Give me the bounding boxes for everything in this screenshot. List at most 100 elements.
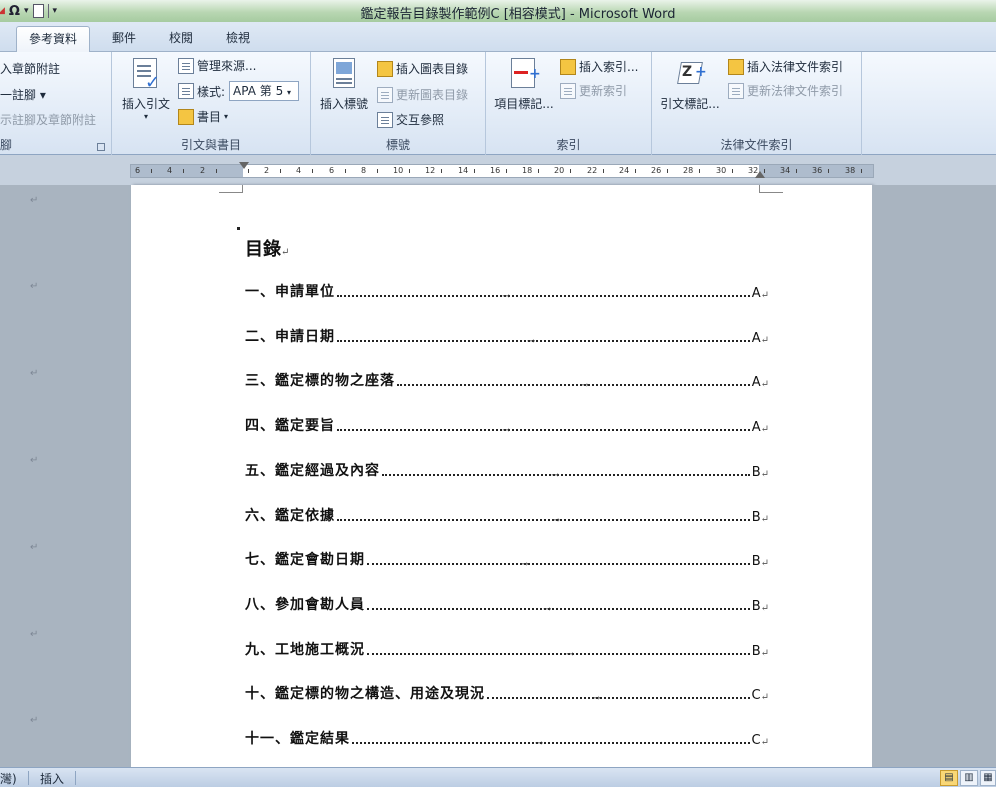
tab-arrow-mark: → xyxy=(526,335,536,347)
cross-reference-button[interactable]: 交互參照 xyxy=(377,111,444,128)
print-layout-view-icon[interactable]: ▤ xyxy=(940,770,958,786)
ruler-number: 4 xyxy=(167,166,173,175)
tab-view[interactable]: 檢視 xyxy=(214,26,262,52)
horizontal-ruler[interactable]: 6 4 2 2 4 6 8 10 12 14 16 18 20 22 24 26 28 30 32 34 36 38 xyxy=(130,162,874,178)
ruler-number: 34 xyxy=(780,166,791,175)
style-dropdown[interactable]: APA 第 5 ▾ xyxy=(229,81,300,101)
paragraph-mark: ↵ xyxy=(760,602,769,614)
toc-entry-label: 六、鑑定依據 xyxy=(245,507,335,524)
show-notes-button[interactable]: 示註腳及章節附註 xyxy=(0,111,96,128)
ruler-number: 22 xyxy=(587,166,598,175)
insert-mode-indicator[interactable]: 插入 xyxy=(40,770,64,787)
paragraph-mark: ↵ xyxy=(760,692,769,704)
toc-entry-page: B xyxy=(751,464,761,480)
language-indicator[interactable]: 灣) xyxy=(0,770,17,787)
manage-sources-icon xyxy=(178,57,194,74)
update-table-of-figures-button[interactable]: 更新圖表目錄 xyxy=(377,86,468,103)
ruler-tick xyxy=(538,169,540,173)
paragraph-mark: ↵ xyxy=(30,715,39,726)
tab-review[interactable]: 校閱 xyxy=(157,26,205,52)
toc-leader-dots: → xyxy=(397,380,750,391)
tab-arrow-mark: → xyxy=(551,469,560,481)
next-footnote-button[interactable]: 一註腳 ▾ xyxy=(0,86,46,103)
toc-leader-dots: → xyxy=(337,336,750,347)
ruler-number: 12 xyxy=(425,166,436,175)
toc-entry-page: B xyxy=(751,554,761,570)
ruler-tick xyxy=(248,169,250,173)
toc-entry-page: B xyxy=(751,598,761,614)
ruler-number: 10 xyxy=(393,166,404,175)
toc-entry[interactable]: 三、鑑定標的物之座落 → A ↵ xyxy=(245,370,769,391)
insert-citation-icon: ✓ xyxy=(129,58,163,93)
toc-entry[interactable]: 一、申請單位 → A ↵ xyxy=(245,281,769,302)
tab-references[interactable]: 參考資料 xyxy=(16,26,91,53)
insert-citation-button[interactable]: ✓ 插入引文 ▾ xyxy=(118,58,174,121)
group-label-footnotes: 腳 xyxy=(0,138,13,152)
ruler-number: 36 xyxy=(812,166,823,175)
paragraph-mark: ↵ xyxy=(760,334,769,346)
ruler-number: 18 xyxy=(522,166,533,175)
ruler-number: 32 xyxy=(748,166,759,175)
paragraph-mark: ↵ xyxy=(30,455,39,466)
tab-mailings[interactable]: 郵件 xyxy=(100,26,148,52)
ruler-number: 2 xyxy=(264,166,270,175)
tab-arrow-mark: → xyxy=(551,514,560,526)
update-index-button[interactable]: 更新索引 xyxy=(560,82,627,99)
toc-entry-label: 五、鑑定經過及內容 xyxy=(245,462,380,479)
bibliography-button[interactable]: 書目 ▾ xyxy=(178,108,228,125)
group-label-citations: 引文與書目 xyxy=(180,138,241,152)
group-index: + 項目標記... 插入索引... 更新索引 索引 xyxy=(486,52,652,155)
indent-marker-icon[interactable] xyxy=(239,162,249,169)
ruler-number: 20 xyxy=(554,166,565,175)
ruler-number: 38 xyxy=(845,166,856,175)
toc-entry[interactable]: 二、申請日期 → A ↵ xyxy=(245,326,769,347)
toc-leader-dots: → xyxy=(487,693,750,704)
insert-caption-button[interactable]: 插入標號 xyxy=(315,58,373,112)
insert-endnote-button[interactable]: 入章節附註 xyxy=(0,60,60,77)
tab-arrow-mark: → xyxy=(580,380,589,392)
insert-caption-icon xyxy=(327,58,361,92)
paragraph-mark: ↵ xyxy=(760,290,769,301)
ruler-tick xyxy=(216,169,218,173)
toc-entry[interactable]: 七、鑑定會勘日期 → B ↵ xyxy=(245,549,769,570)
toc-entry-page: A xyxy=(751,420,761,436)
ruler-tick xyxy=(441,169,443,173)
paragraph-mark: ↵ xyxy=(760,379,769,391)
cross-reference-icon xyxy=(377,111,393,128)
toc-entry-label: 八、參加會勘人員 xyxy=(245,596,365,613)
toc-entry[interactable]: 八、參加會勘人員 → B ↵ xyxy=(245,594,769,615)
toc-entry[interactable]: 四、鑑定要旨 → A ↵ xyxy=(245,415,769,436)
style-label: 樣式: xyxy=(197,84,226,99)
mark-citation-button[interactable]: Z + 引文標記... xyxy=(656,58,724,112)
ruler-tick xyxy=(635,169,637,173)
web-layout-view-icon[interactable]: ▦ xyxy=(980,770,996,786)
group-label-captions: 標號 xyxy=(385,138,410,152)
full-screen-reading-view-icon[interactable]: ▥ xyxy=(960,770,978,786)
toc-entry[interactable]: 十一、鑑定結果 → C ↵ xyxy=(245,728,769,749)
manage-sources-button[interactable]: 管理來源... xyxy=(178,57,256,74)
tab-arrow-mark: → xyxy=(565,648,575,660)
paragraph-mark: ↵ xyxy=(30,195,39,206)
toc-leader-dots: → xyxy=(337,515,750,526)
toc-entry[interactable]: 五、鑑定經過及內容 → B ↵ xyxy=(245,460,769,481)
toc-entry[interactable]: 十、鑑定標的物之構造、用途及現況 → C ↵ xyxy=(245,683,769,704)
insert-table-of-authorities-button[interactable]: 插入法律文件索引 xyxy=(728,58,843,75)
paragraph-mark: ↵ xyxy=(760,468,769,480)
ribbon: 入章節附註 一註腳 ▾ 示註腳及章節附註 腳 ✓ 插入引文 ▾ 管理來源... … xyxy=(0,52,996,155)
ruler-number: 26 xyxy=(651,166,662,175)
ruler-number: 6 xyxy=(135,166,141,175)
insert-table-of-figures-button[interactable]: 插入圖表目錄 xyxy=(377,60,468,77)
insert-index-button[interactable]: 插入索引... xyxy=(560,58,638,75)
group-label-authorities: 法律文件索引 xyxy=(720,138,793,152)
toc-entry-page: B xyxy=(751,643,761,659)
footnote-dialog-launcher-icon[interactable] xyxy=(97,143,105,151)
status-separator xyxy=(28,771,29,785)
mark-entry-button[interactable]: + 項目標記... xyxy=(490,58,558,112)
toc-entry[interactable]: 六、鑑定依據 → B ↵ xyxy=(245,505,769,526)
toc-title[interactable]: 目錄↵ xyxy=(245,235,289,261)
toc-entry[interactable]: 九、工地施工概況 → B ↵ xyxy=(245,639,769,660)
toc-leader-dots: → xyxy=(337,291,750,302)
update-table-of-authorities-button[interactable]: 更新法律文件索引 xyxy=(728,82,843,99)
document-page[interactable]: 目錄↵ 一、申請單位 → A ↵ 二、申請日期 → A ↵ 三、鑑定標的物之座落 → A ↵ 四、鑑定要… xyxy=(131,185,872,767)
ruler-number: 8 xyxy=(361,166,367,175)
